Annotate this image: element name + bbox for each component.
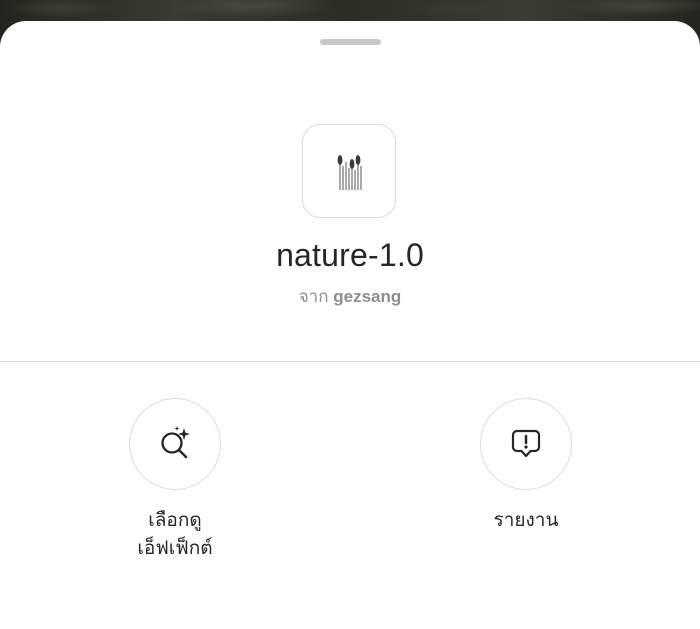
effect-name: nature-1.0: [276, 237, 424, 273]
report-button[interactable]: รายงาน: [446, 398, 606, 534]
creator-prefix: จาก: [298, 287, 329, 306]
browse-effects-button[interactable]: เลือกดู เอ็ฟเฟ็กต์: [95, 398, 255, 562]
effect-thumbnail: [302, 124, 396, 218]
creator-name[interactable]: gezsang: [333, 287, 401, 306]
report-label: รายงาน: [493, 509, 559, 531]
browse-effects-circle[interactable]: [129, 398, 221, 490]
report-circle[interactable]: [480, 398, 572, 490]
reed-grass-icon: [337, 155, 362, 190]
creator-line[interactable]: จาก gezsang: [0, 283, 700, 310]
divider: [0, 361, 700, 362]
search-sparkle-icon: [161, 426, 190, 459]
drag-handle[interactable]: [320, 39, 381, 45]
browse-effects-label: เลือกดู เอ็ฟเฟ็กต์: [137, 509, 213, 559]
report-exclamation-icon: [511, 429, 541, 458]
